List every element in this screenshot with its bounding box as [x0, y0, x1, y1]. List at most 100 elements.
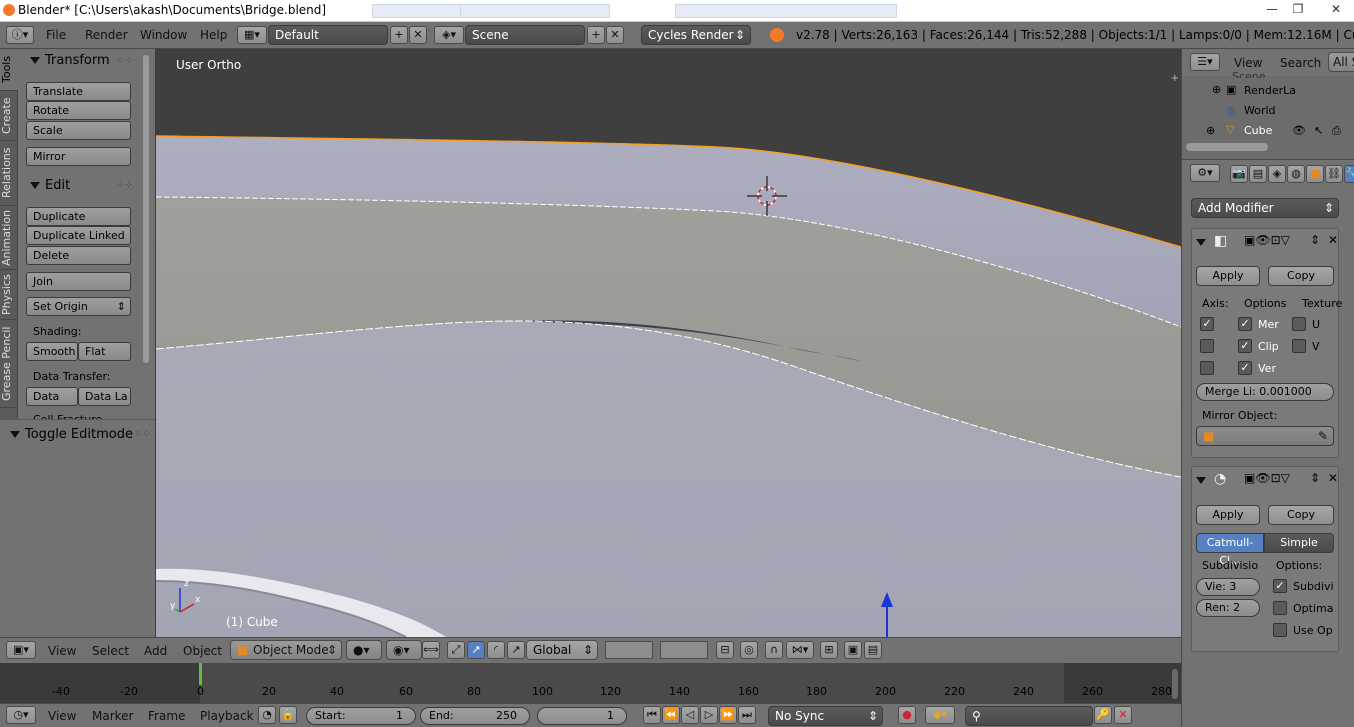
- rotate-button[interactable]: Rotate: [26, 101, 131, 120]
- outliner-item-scene[interactable]: Scene: [1232, 70, 1266, 78]
- menu-file[interactable]: File: [46, 28, 66, 42]
- screen-layout-icon[interactable]: ▦▾: [237, 26, 267, 44]
- menu-object[interactable]: Object: [183, 644, 222, 658]
- axis-x-checkbox[interactable]: ✓: [1200, 317, 1214, 331]
- active-keying-set-field[interactable]: ⚲: [965, 706, 1093, 726]
- render-animation-icon[interactable]: ▤: [864, 641, 882, 659]
- axis-z-checkbox[interactable]: [1200, 361, 1214, 375]
- menu-window[interactable]: Window: [140, 28, 187, 42]
- jump-keyframe-forward-icon[interactable]: ⏩: [719, 706, 737, 724]
- copy-mirror-button[interactable]: Copy: [1268, 266, 1334, 286]
- expand-icon[interactable]: ⊕: [1206, 124, 1215, 137]
- tab-create[interactable]: Create: [0, 91, 18, 141]
- smooth-button[interactable]: Smooth: [26, 342, 78, 361]
- record-icon[interactable]: ●: [898, 706, 916, 724]
- drag-grip-icon[interactable]: ⁘⁘: [116, 180, 133, 191]
- timeline[interactable]: -40 -20 0 20 40 60 80 100 120 140 160 18…: [0, 663, 1181, 703]
- outliner-item-world[interactable]: World: [1244, 104, 1276, 117]
- drag-grip-icon[interactable]: ⁘⁘: [116, 55, 133, 66]
- menu-outliner-search[interactable]: Search: [1280, 56, 1321, 70]
- duplicate-linked-button[interactable]: Duplicate Linked: [26, 226, 131, 245]
- close-button[interactable]: ✕: [1326, 2, 1346, 16]
- delete-button[interactable]: Delete: [26, 246, 131, 265]
- edit-panel-header[interactable]: Edit: [30, 178, 70, 193]
- pivot-point-select[interactable]: ◉▾: [386, 640, 422, 660]
- modifiers-context-icon[interactable]: 🔧: [1344, 165, 1354, 183]
- play-reverse-icon[interactable]: ◁: [681, 706, 699, 724]
- drag-grip-icon[interactable]: ⁘⁘: [134, 429, 151, 440]
- tab-relations[interactable]: Relations: [0, 141, 18, 206]
- scene-selector-icon[interactable]: ◈▾: [434, 26, 464, 44]
- apply-subsurf-button[interactable]: Apply: [1196, 505, 1260, 525]
- jump-keyframe-back-icon[interactable]: ⏪: [662, 706, 680, 724]
- outliner-item-renderlayers[interactable]: RenderLa: [1244, 84, 1296, 97]
- menu-render[interactable]: Render: [85, 28, 128, 42]
- editor-type-timeline-icon[interactable]: ◷▾: [6, 706, 36, 724]
- current-frame-field[interactable]: 1: [537, 707, 627, 725]
- copy-subsurf-button[interactable]: Copy: [1268, 505, 1334, 525]
- move-modifier-icon[interactable]: ⇕: [1310, 233, 1320, 247]
- tab-tools[interactable]: Tools: [0, 49, 18, 91]
- menu-playback[interactable]: Playback: [200, 709, 254, 723]
- object-context-icon[interactable]: ■: [1306, 165, 1324, 183]
- editor-type-outliner-icon[interactable]: ☰▾: [1190, 53, 1220, 71]
- tab-grease-pencil[interactable]: Grease Pencil: [0, 320, 18, 408]
- flat-button[interactable]: Flat: [78, 342, 131, 361]
- snap-icon[interactable]: ∩: [765, 641, 783, 659]
- menu-timeline-view[interactable]: View: [48, 709, 76, 723]
- transform-panel-header[interactable]: Transform: [30, 53, 110, 68]
- combined-manipulator-icon[interactable]: ↗: [507, 641, 525, 659]
- add-modifier-dropdown[interactable]: Add Modifier ⇕: [1191, 198, 1339, 218]
- eyedropper-icon[interactable]: ✎: [1318, 427, 1328, 445]
- view-levels-field[interactable]: Vie: 3: [1196, 578, 1260, 596]
- remove-modifier-icon[interactable]: ✕: [1328, 233, 1338, 247]
- screen-layout-field[interactable]: Default: [268, 25, 388, 45]
- merge-limit-field[interactable]: Merge Li: 0.001000: [1196, 383, 1334, 401]
- play-icon[interactable]: ▷: [700, 706, 718, 724]
- layer-buttons-right[interactable]: [660, 641, 708, 659]
- mirror-object-field[interactable]: ■ ✎: [1196, 426, 1334, 446]
- add-layout-icon[interactable]: +: [390, 26, 408, 44]
- delete-keyframe-icon[interactable]: ✕: [1114, 706, 1132, 724]
- scale-button[interactable]: Scale: [26, 121, 131, 140]
- menu-outliner-view[interactable]: View: [1234, 56, 1262, 70]
- merge-checkbox[interactable]: ✓: [1238, 317, 1252, 331]
- constraints-context-icon[interactable]: ⛓: [1325, 165, 1343, 183]
- join-button[interactable]: Join: [26, 272, 131, 291]
- manipulator-toggle-icon[interactable]: ⟺: [422, 641, 440, 659]
- remove-modifier-icon[interactable]: ✕: [1328, 471, 1338, 485]
- axis-y-checkbox[interactable]: [1200, 339, 1214, 353]
- current-frame-marker[interactable]: [199, 663, 202, 685]
- subdivide-uvs-checkbox[interactable]: ✓: [1273, 579, 1287, 593]
- end-frame-field[interactable]: End: 250: [420, 707, 530, 725]
- render-icon[interactable]: ▣: [844, 641, 862, 659]
- collapse-triangle-icon[interactable]: [1196, 477, 1206, 484]
- optimal-display-checkbox[interactable]: [1273, 601, 1287, 615]
- sync-mode-select[interactable]: No Sync ⇕: [768, 706, 883, 726]
- expand-icon[interactable]: ⊕: [1212, 83, 1221, 96]
- toggle-editmode-header[interactable]: Toggle Editmode: [10, 427, 133, 442]
- lock-layers-icon[interactable]: ⊟: [716, 641, 734, 659]
- menu-view[interactable]: View: [48, 644, 76, 658]
- scene-context-icon[interactable]: ◈: [1268, 165, 1286, 183]
- transform-orientation-select[interactable]: Global ⇕: [526, 640, 598, 660]
- remove-scene-icon[interactable]: ✕: [606, 26, 624, 44]
- data-layout-button[interactable]: Data La: [78, 387, 131, 406]
- add-scene-icon[interactable]: +: [587, 26, 605, 44]
- vertex-groups-checkbox[interactable]: ✓: [1238, 361, 1252, 375]
- texture-u-checkbox[interactable]: [1292, 317, 1306, 331]
- timeline-scrollbar[interactable]: [1172, 669, 1178, 699]
- remove-layout-icon[interactable]: ✕: [409, 26, 427, 44]
- render-layers-context-icon[interactable]: ▤: [1249, 165, 1267, 183]
- lock-frame-icon[interactable]: 🔒: [279, 706, 297, 724]
- preview-range-icon[interactable]: ◔: [258, 706, 276, 724]
- data-transfer-button[interactable]: Data: [26, 387, 78, 406]
- maximize-button[interactable]: ❐: [1288, 2, 1308, 16]
- scale-manipulator-icon[interactable]: ◜: [487, 641, 505, 659]
- translate-manipulator-icon[interactable]: ⤢: [447, 641, 465, 659]
- editor-type-3d-icon[interactable]: ▣▾: [6, 641, 36, 659]
- render-context-icon[interactable]: 📷: [1230, 165, 1248, 183]
- mode-select[interactable]: ■ Object Mode ⇕: [230, 640, 342, 660]
- tab-physics[interactable]: Physics: [0, 270, 18, 320]
- modifier-display-toggles[interactable]: ▣👁⊡▽: [1244, 233, 1314, 253]
